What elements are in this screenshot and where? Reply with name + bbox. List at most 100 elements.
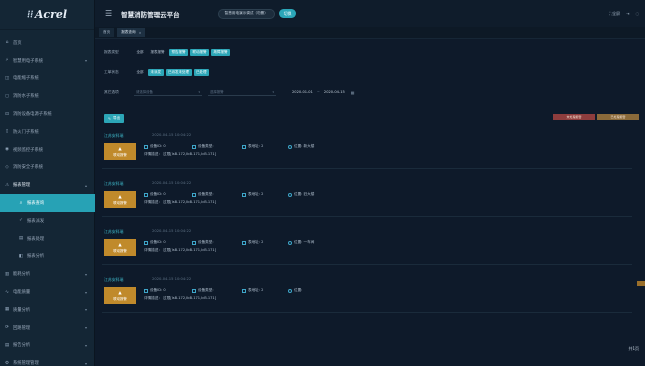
device-select[interactable]: 请选择设备 ▾	[134, 88, 202, 96]
side-handle[interactable]	[637, 281, 645, 286]
grid-icon: ▦	[4, 307, 10, 313]
alarm-card[interactable]: 江苏安科瑞 2020-04-15 10:04:22 ▲ 联动报警 设备ID: 0 设备类型…	[102, 179, 632, 217]
alarm-card[interactable]: 江苏安科瑞 2020-04-15 10:04:22 ▲ 联动报警 设备ID: 0 设备类型…	[102, 275, 632, 313]
alarm-time: 2020-04-15 10:04:22	[152, 181, 192, 185]
device-icon	[144, 288, 148, 293]
sidebar-item[interactable]: ⟳ 回路管理 ▾	[0, 319, 95, 337]
sidebar-item[interactable]: ⊡ 消防设备电源子系统	[0, 105, 95, 123]
filter-chip[interactable]: 联动报警	[190, 48, 209, 56]
sidebar-item[interactable]: ◇ 消防安全子系统	[0, 159, 95, 177]
device-type-text: 设备类型:	[198, 288, 214, 292]
chevron-down-icon: ▾	[272, 89, 274, 94]
project-selector[interactable]: 智慧用电演示调试（勿删）	[217, 8, 275, 19]
alarm-card[interactable]: 江苏安科瑞 2020-04-15 10:04:22 ▲ 联动报警 设备ID: 0 设备类型…	[102, 131, 632, 169]
filter-chip[interactable]: 报表报警	[148, 49, 167, 56]
alarm-project[interactable]: 江苏安科瑞	[104, 133, 123, 139]
tab-label: 首页	[103, 30, 111, 34]
alarm-type-label: 报表类型	[104, 49, 119, 54]
tab[interactable]: 报表查询 ×	[117, 28, 146, 37]
alarm-card[interactable]: 江苏安科瑞 2020-04-15 10:04:22 ▲ 联动报警 设备ID: 0 设备类型…	[102, 227, 632, 265]
plug-icon: ⊡	[5, 111, 9, 117]
sidebar-item[interactable]: ⚡ 智慧用电子系统 ▾	[0, 52, 95, 70]
device-id-text: 设备ID: 0	[150, 288, 166, 292]
filter-chip[interactable]: 全部	[134, 49, 146, 56]
filter-chip[interactable]: 已处理	[193, 68, 209, 76]
logout-icon[interactable]: ⇥	[626, 11, 629, 16]
sidebar-item[interactable]: ◻ 消防水子系统	[0, 87, 95, 105]
close-icon[interactable]: ×	[139, 31, 142, 35]
type-icon	[192, 144, 196, 149]
pager-total: 共1页	[628, 346, 639, 351]
device-icon	[144, 144, 148, 149]
alarm-project[interactable]: 江苏安科瑞	[104, 181, 123, 187]
sidebar-item[interactable]: ⌂ 首页	[0, 34, 95, 52]
sidebar-item[interactable]: ◫ 电能缩子系统	[0, 70, 95, 88]
sidebar-item-label: 报告分析	[13, 343, 31, 349]
type-icon	[192, 192, 196, 197]
other-options-label: 其它选项	[104, 89, 119, 94]
sidebar-item[interactable]: ⚠ 报表管理 ▴	[0, 176, 95, 194]
sidebar-item[interactable]: ▤ 报表处理	[0, 230, 95, 248]
alarm-tag-label: 联动报警	[113, 248, 127, 253]
menu-toggle-icon[interactable]: ☰	[105, 9, 112, 18]
filter-chip[interactable]: 全部	[134, 69, 146, 76]
chevron-down-icon: ▾	[84, 271, 87, 277]
sidebar-item[interactable]: ▯ 防火门子系统	[0, 123, 95, 141]
switch-project-button[interactable]: 切换	[278, 9, 297, 18]
address-text: 表地址: 2	[248, 288, 264, 292]
device-id-field: 设备ID: 0	[144, 240, 166, 245]
sidebar-item-label: 视频监控子系统	[13, 147, 44, 153]
alarm-project[interactable]: 江苏安科瑞	[104, 277, 123, 283]
address-icon	[242, 240, 246, 245]
fullscreen-button[interactable]: ⛶全屏	[609, 11, 620, 17]
address-icon	[242, 288, 246, 293]
address-field: 表地址: 2	[242, 192, 263, 197]
sidebar-item[interactable]: ⌕ 报表查询	[0, 194, 95, 212]
sidebar-item[interactable]: ∿ 电能质量 ▾	[0, 283, 95, 301]
alarm-detail: 详情描述： 过限[IsB.172,IbB.171,IcB.171]	[144, 200, 217, 204]
order-status-options: 全部 未派发 已派发未处理 已处理	[134, 68, 211, 76]
sidebar-item[interactable]: ◉ 视频监控子系统	[0, 141, 95, 159]
alarm-time: 2020-04-15 10:04:22	[152, 229, 192, 233]
filter-chip[interactable]: 已派发未处理	[165, 68, 192, 76]
filter-chip[interactable]: 未派发	[148, 68, 164, 76]
export-button[interactable]: ✎ 导出	[104, 114, 125, 123]
sidebar-item-label: 消防水子系统	[13, 94, 39, 100]
user-icon[interactable]: ◌	[636, 11, 640, 16]
device-icon	[144, 240, 148, 245]
sidebar-item-label: 报表管理	[13, 183, 31, 189]
sidebar-item[interactable]: ⚙ 系统管理管理 ▾	[0, 354, 95, 366]
sidebar-item-label: 报表处理	[27, 236, 45, 242]
device-type-text: 设备类型:	[198, 144, 214, 148]
report-icon: ▤	[4, 342, 10, 348]
date-to: 2020-04-15	[323, 90, 345, 94]
logo-text: Acrel	[34, 8, 68, 21]
alarm-project[interactable]: 江苏安科瑞	[104, 229, 123, 235]
sidebar-item[interactable]: ✓ 报表派发	[0, 212, 95, 230]
address-icon	[242, 192, 246, 197]
alarm-kind-select[interactable]: 选择报警 ▾	[208, 88, 276, 96]
date-from: 2020-01-01	[292, 90, 313, 94]
tab[interactable]: 首页	[99, 28, 115, 37]
date-range-picker[interactable]: 2020-01-01 ~ 2020-04-15 ▦	[292, 88, 355, 96]
location-text: 位置:	[294, 288, 303, 292]
device-type-field: 设备类型:	[192, 144, 214, 149]
calendar-icon: ▦	[350, 89, 355, 95]
sidebar-item[interactable]: ▥ 能耗分析 ▾	[0, 265, 95, 283]
chevron-down-icon: ▾	[84, 289, 87, 295]
sidebar-item[interactable]: ◧ 报表分析	[0, 248, 95, 266]
logo-mark-icon: ⁞⁞	[26, 10, 33, 20]
alarm-time: 2020-04-15 10:04:22	[152, 277, 192, 281]
chart-icon: ◧	[18, 253, 24, 259]
logo: ⁞⁞ Acrel	[0, 0, 94, 30]
doc-icon: ▤	[18, 236, 24, 242]
device-type-field: 设备类型:	[192, 192, 214, 197]
alarm-tag-label: 联动报警	[113, 200, 127, 205]
device-id-field: 设备ID: 0	[144, 192, 166, 197]
alarm-type-tag: ▲ 联动报警	[104, 191, 136, 208]
other-options-row: 其它选项 请选择设备 ▾ 选择报警 ▾ 2020-01-01 ~ 2020-04…	[104, 86, 624, 98]
sidebar-item[interactable]: ▤ 报告分析 ▾	[0, 337, 95, 355]
sidebar-item[interactable]: ▦ 质量分析 ▾	[0, 301, 95, 319]
filter-chip[interactable]: 故障报警	[211, 48, 230, 56]
filter-chip[interactable]: 预告报警	[169, 48, 188, 56]
